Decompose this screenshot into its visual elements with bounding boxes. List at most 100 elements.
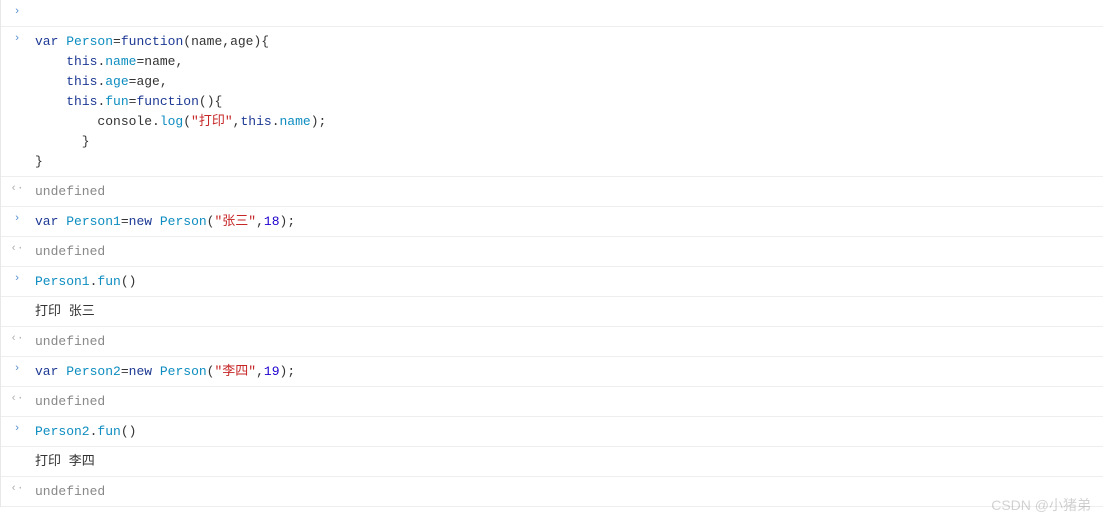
code-token: ); (280, 214, 296, 229)
code-token (35, 94, 66, 109)
output-return-icon: ‹· (7, 331, 27, 345)
console-code-input: var Person=function(name,age){ this.name… (27, 31, 1103, 172)
code-token: console. (35, 114, 160, 129)
console-return-value: undefined (27, 181, 1103, 202)
code-token: "打印" (191, 114, 233, 129)
undefined-value: undefined (35, 484, 105, 499)
undefined-value: undefined (35, 334, 105, 349)
console-return-value: undefined (27, 481, 1103, 502)
console-row[interactable]: ‹· undefined (1, 237, 1103, 267)
code-token: Person1 (35, 274, 90, 289)
code-token: 18 (264, 214, 280, 229)
code-token: Person (160, 364, 207, 379)
code-token: log (160, 114, 183, 129)
console-code-input: var Person2=new Person("李四",19); (27, 361, 1103, 382)
undefined-value: undefined (35, 184, 105, 199)
console-row[interactable]: ‹· undefined (1, 327, 1103, 357)
console-code-input: Person2.fun() (27, 421, 1103, 442)
undefined-value: undefined (35, 394, 105, 409)
console-panel[interactable]: ››var Person=function(name,age){ this.na… (0, 0, 1103, 507)
console-row[interactable]: ‹· undefined (1, 477, 1103, 507)
code-token: = (121, 214, 129, 229)
console-row[interactable]: ›Person2.fun() (1, 417, 1103, 447)
code-token: this (66, 54, 97, 69)
input-prompt-icon: › (7, 421, 27, 435)
code-token: Person2 (66, 364, 121, 379)
code-token: , (256, 214, 264, 229)
code-token: new (129, 214, 152, 229)
code-token: = (121, 364, 129, 379)
console-row[interactable]: 打印 李四 (1, 447, 1103, 477)
code-token: () (121, 274, 137, 289)
console-row[interactable]: ‹· undefined (1, 177, 1103, 207)
input-prompt-icon: › (7, 211, 27, 225)
console-row[interactable]: ›var Person2=new Person("李四",19); (1, 357, 1103, 387)
console-log-output: 打印 李四 (27, 451, 1103, 472)
code-token: age (105, 74, 128, 89)
log-marker (7, 301, 27, 303)
code-token: () (121, 424, 137, 439)
output-return-icon: ‹· (7, 391, 27, 405)
code-token: Person1 (66, 214, 121, 229)
console-row[interactable]: ›Person1.fun() (1, 267, 1103, 297)
log-marker (7, 451, 27, 453)
code-token: new (129, 364, 152, 379)
input-prompt-icon: › (7, 4, 27, 18)
code-token: (){ (199, 94, 222, 109)
console-return-value: undefined (27, 331, 1103, 352)
console-code-input: Person1.fun() (27, 271, 1103, 292)
console-return-value: undefined (27, 241, 1103, 262)
code-token: , (256, 364, 264, 379)
code-token: this (66, 74, 97, 89)
code-token: } (35, 154, 43, 169)
code-token: fun (97, 274, 120, 289)
console-return-value: undefined (27, 391, 1103, 412)
code-token: "张三" (214, 214, 256, 229)
code-token: fun (105, 94, 128, 109)
code-token: 19 (264, 364, 280, 379)
code-token: "李四" (214, 364, 256, 379)
console-code-input: var Person1=new Person("张三",18); (27, 211, 1103, 232)
code-token: name (280, 114, 311, 129)
log-text: 打印 李四 (35, 454, 95, 469)
code-token: var (35, 34, 58, 49)
code-token (152, 214, 160, 229)
log-text: 打印 张三 (35, 304, 95, 319)
code-token: Person2 (35, 424, 90, 439)
console-row[interactable]: ›var Person1=new Person("张三",18); (1, 207, 1103, 237)
output-return-icon: ‹· (7, 481, 27, 495)
code-token (152, 364, 160, 379)
undefined-value: undefined (35, 244, 105, 259)
console-input-empty (27, 4, 1103, 11)
code-token: ); (311, 114, 327, 129)
code-token: ( (183, 114, 191, 129)
input-prompt-icon: › (7, 31, 27, 45)
console-log-output: 打印 张三 (27, 301, 1103, 322)
code-token: =age, (129, 74, 168, 89)
output-return-icon: ‹· (7, 241, 27, 255)
code-token: function (121, 34, 183, 49)
code-token: name (105, 54, 136, 69)
console-row[interactable]: › (1, 0, 1103, 27)
code-token: } (35, 134, 90, 149)
code-token (35, 74, 66, 89)
code-token: this (240, 114, 271, 129)
input-prompt-icon: › (7, 271, 27, 285)
code-token: this (66, 94, 97, 109)
code-token: =name, (136, 54, 183, 69)
console-row[interactable]: ›var Person=function(name,age){ this.nam… (1, 27, 1103, 177)
code-token: Person (66, 34, 113, 49)
code-token: function (136, 94, 198, 109)
code-token: = (113, 34, 121, 49)
code-token: . (272, 114, 280, 129)
console-row[interactable]: ‹· undefined (1, 387, 1103, 417)
code-token: ); (280, 364, 296, 379)
console-row[interactable]: 打印 张三 (1, 297, 1103, 327)
code-token: var (35, 214, 58, 229)
code-token: var (35, 364, 58, 379)
code-token: Person (160, 214, 207, 229)
output-return-icon: ‹· (7, 181, 27, 195)
code-token (35, 54, 66, 69)
input-prompt-icon: › (7, 361, 27, 375)
code-token: (name,age){ (183, 34, 269, 49)
